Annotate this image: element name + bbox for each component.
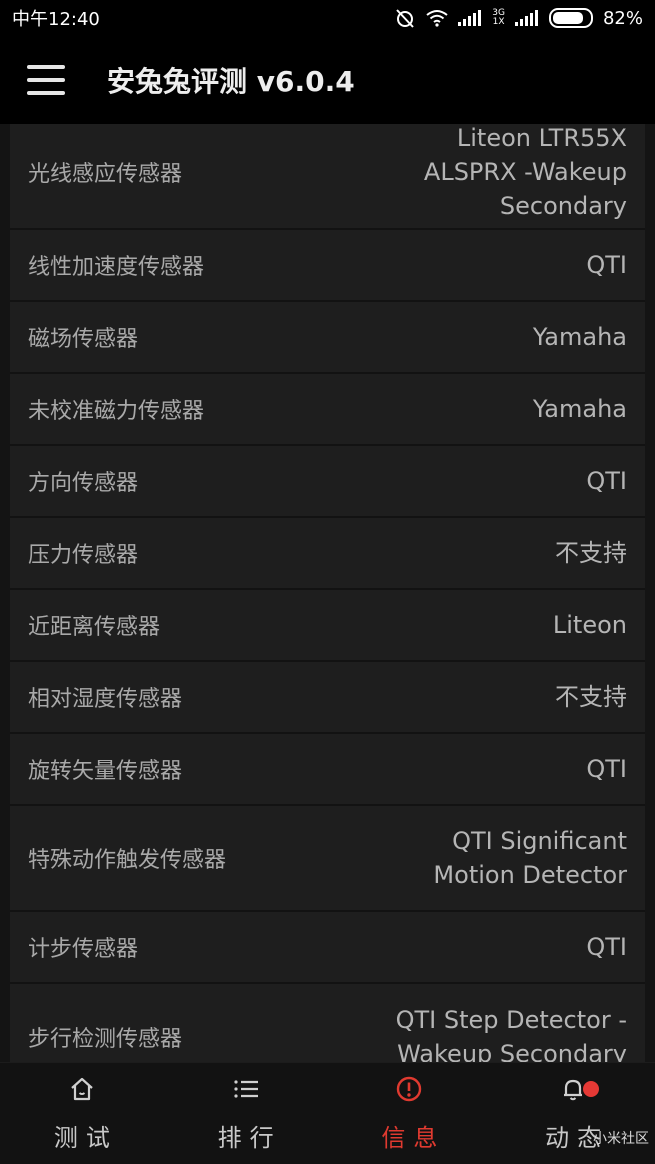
tab-ranking[interactable]: 排行 <box>164 1063 328 1164</box>
list-item-label: 特殊动作触发传感器 <box>28 848 227 873</box>
list-item-value: QTI Significant Motion Detector <box>433 827 627 889</box>
battery-icon <box>548 8 593 28</box>
list-item-label: 方向传感器 <box>28 471 139 496</box>
notification-badge <box>583 1081 600 1097</box>
tab-label: 信息 <box>381 1124 446 1152</box>
app-bar: 安兔兔评测 v6.0.4 <box>0 36 655 124</box>
tab-label: 测试 <box>53 1124 118 1152</box>
list-item[interactable]: 特殊动作触发传感器 QTI Significant Motion Detecto… <box>10 806 645 912</box>
list-item[interactable]: 计步传感器 QTI <box>10 912 645 984</box>
list-item[interactable]: 未校准磁力传感器 Yamaha <box>10 374 645 446</box>
sensor-list[interactable]: 光线感应传感器 Liteon LTR55X ALSPRX -Wakeup Sec… <box>10 124 645 1062</box>
list-item-value: QTI <box>586 933 627 961</box>
battery-percent: 82% <box>602 7 643 29</box>
list-icon <box>231 1074 261 1104</box>
alarm-off-icon <box>394 7 416 29</box>
page-title: 安兔兔评测 v6.0.4 <box>107 65 355 98</box>
network-type: 3G 1X <box>492 8 505 27</box>
list-item-value: QTI <box>586 467 627 495</box>
list-item-label: 计步传感器 <box>28 937 139 962</box>
info-alert-icon <box>394 1074 424 1104</box>
list-item-label: 压力传感器 <box>28 543 139 568</box>
list-item-label: 相对湿度传感器 <box>28 687 183 712</box>
list-item-value: 不支持 <box>555 683 627 711</box>
tab-test[interactable]: 测试 <box>0 1063 164 1164</box>
tab-info[interactable]: 信息 <box>328 1063 492 1164</box>
list-item-value: Liteon <box>552 611 627 639</box>
list-item-value: Yamaha <box>532 323 627 351</box>
list-item-value: QTI <box>586 251 627 279</box>
list-item[interactable]: 步行检测传感器 QTI Step Detector - Wakeup Secon… <box>10 984 645 1062</box>
wifi-icon <box>426 9 448 27</box>
list-item[interactable]: 线性加速度传感器 QTI <box>10 230 645 302</box>
list-item-value: 不支持 <box>555 539 627 567</box>
list-item[interactable]: 光线感应传感器 Liteon LTR55X ALSPRX -Wakeup Sec… <box>10 124 645 230</box>
list-item-label: 未校准磁力传感器 <box>28 399 205 424</box>
status-time: 中午12:40 <box>12 9 100 30</box>
list-item-value: Yamaha <box>532 395 627 423</box>
signal-icon-1 <box>458 10 482 26</box>
list-item-label: 磁场传感器 <box>28 327 139 352</box>
list-item[interactable]: 相对湿度传感器 不支持 <box>10 662 645 734</box>
home-icon <box>67 1074 97 1104</box>
list-item[interactable]: 近距离传感器 Liteon <box>10 590 645 662</box>
list-item-label: 旋转矢量传感器 <box>28 759 183 784</box>
list-item-value: Liteon LTR55X ALSPRX -Wakeup Secondary <box>423 124 627 220</box>
list-item-label: 线性加速度传感器 <box>28 255 205 280</box>
tab-news[interactable]: 动态 小米社区 <box>491 1063 655 1164</box>
list-item-label: 近距离传感器 <box>28 615 161 640</box>
list-item-label: 步行检测传感器 <box>28 1027 183 1052</box>
list-item[interactable]: 旋转矢量传感器 QTI <box>10 734 645 806</box>
watermark: 小米社区 <box>593 1131 649 1147</box>
menu-icon[interactable] <box>27 65 65 95</box>
list-item-value: QTI Step Detector - Wakeup Secondary <box>395 1006 627 1062</box>
list-item-label: 光线感应传感器 <box>28 162 183 187</box>
battery-fill <box>552 12 583 24</box>
list-item[interactable]: 磁场传感器 Yamaha <box>10 302 645 374</box>
bottom-nav: 测试 排行 信息 动态 小米社区 <box>0 1062 655 1164</box>
signal-icon-2 <box>514 10 539 26</box>
status-icons: 3G 1X 82% <box>394 7 643 29</box>
tab-label: 排行 <box>217 1124 282 1152</box>
status-bar: 中午12:40 3G 1X 82% <box>0 0 655 36</box>
list-item[interactable]: 方向传感器 QTI <box>10 446 645 518</box>
list-item[interactable]: 压力传感器 不支持 <box>10 518 645 590</box>
list-item-value: QTI <box>586 755 627 783</box>
